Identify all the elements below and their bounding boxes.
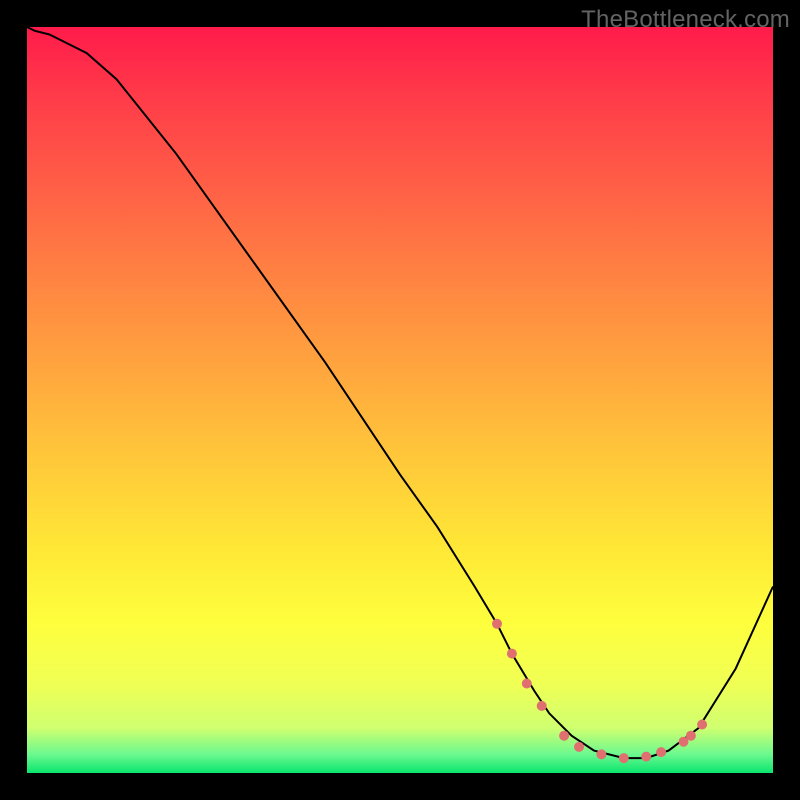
marker-dot (596, 749, 606, 759)
marker-dot (697, 720, 707, 730)
watermark-text: TheBottleneck.com (581, 6, 790, 34)
marker-dot (537, 701, 547, 711)
marker-dot (686, 731, 696, 741)
marker-dot (656, 747, 666, 757)
marker-dot (507, 649, 517, 659)
chart-svg (27, 27, 773, 773)
marker-dot (619, 753, 629, 763)
marker-dot (522, 679, 532, 689)
plot-area (27, 27, 773, 773)
marker-dot (559, 731, 569, 741)
marker-dot (641, 752, 651, 762)
bottleneck-curve (27, 27, 773, 758)
marker-group (492, 619, 707, 763)
chart-frame: TheBottleneck.com (0, 0, 800, 800)
marker-dot (492, 619, 502, 629)
marker-dot (574, 742, 584, 752)
